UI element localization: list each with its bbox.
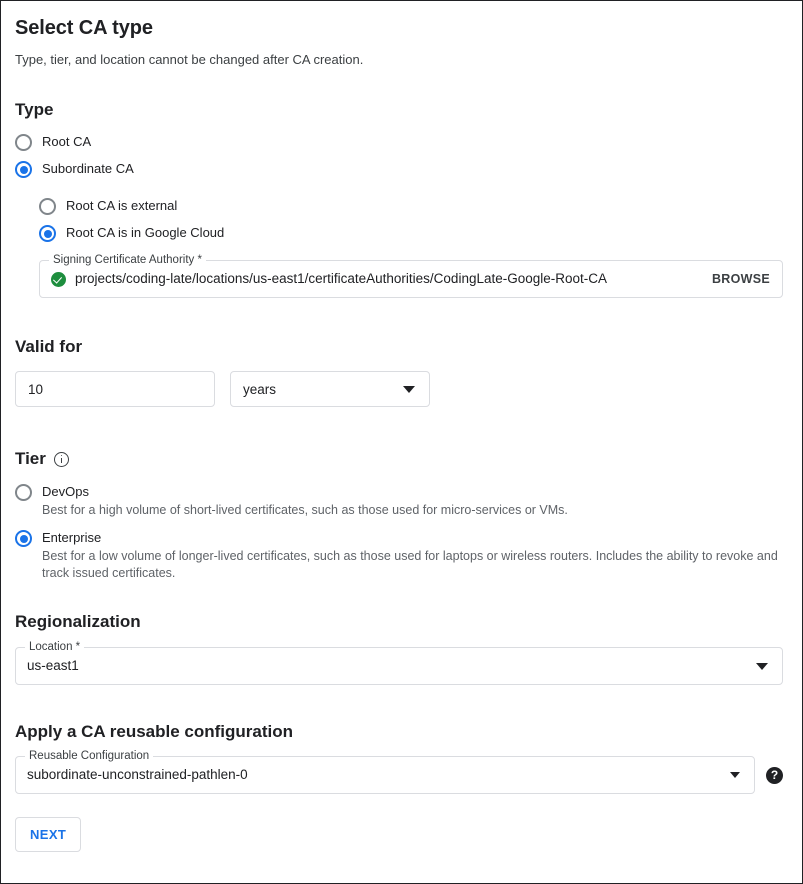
valid-for-unit-select[interactable]: years bbox=[230, 371, 430, 407]
radio-icon-subordinate-ca[interactable] bbox=[15, 161, 32, 178]
next-button[interactable]: NEXT bbox=[15, 817, 82, 852]
signing-ca-label: Signing Certificate Authority * bbox=[49, 254, 206, 267]
signing-certificate-authority-field[interactable]: Signing Certificate Authority * projects… bbox=[39, 254, 783, 298]
check-circle-icon bbox=[51, 271, 66, 287]
radio-icon-enterprise[interactable] bbox=[15, 530, 32, 547]
radio-label-root-external: Root CA is external bbox=[66, 198, 178, 213]
radio-description-devops: Best for a high volume of short-lived ce… bbox=[42, 503, 568, 517]
radio-icon-root-external[interactable] bbox=[39, 198, 56, 215]
reusable-configuration-label: Reusable Configuration bbox=[25, 750, 154, 763]
info-icon[interactable] bbox=[53, 451, 69, 467]
reusable-configuration-heading-label: Apply a CA reusable configuration bbox=[15, 722, 294, 741]
valid-for-heading: Valid for bbox=[15, 336, 788, 358]
type-section-heading: Type bbox=[15, 99, 788, 121]
tier-heading-label: Tier bbox=[15, 449, 46, 468]
radio-icon-devops[interactable] bbox=[15, 484, 32, 501]
radio-option-root-external[interactable]: Root CA is external bbox=[39, 197, 788, 215]
valid-for-heading-label: Valid for bbox=[15, 337, 83, 356]
page-title: Select CA type bbox=[15, 17, 153, 39]
page-subtitle: Type, tier, and location cannot be chang… bbox=[15, 52, 364, 67]
radio-option-root-ca[interactable]: Root CA bbox=[15, 133, 788, 151]
radio-label-root-ca: Root CA bbox=[42, 134, 92, 149]
location-select[interactable]: Location * us-east1 bbox=[15, 641, 783, 685]
valid-for-unit-value: years bbox=[243, 381, 277, 397]
regionalization-heading-label: Regionalization bbox=[15, 612, 141, 631]
radio-label-devops: DevOps bbox=[42, 484, 89, 499]
radio-icon-root-google-cloud[interactable] bbox=[39, 225, 56, 242]
location-value: us-east1 bbox=[27, 658, 79, 673]
type-heading-label: Type bbox=[15, 100, 54, 119]
radio-option-devops[interactable]: DevOps Best for a high volume of short-l… bbox=[15, 483, 788, 519]
radio-label-subordinate-ca: Subordinate CA bbox=[42, 161, 134, 176]
radio-option-root-google-cloud[interactable]: Root CA is in Google Cloud bbox=[39, 224, 788, 242]
signing-ca-value: projects/coding-late/locations/us-east1/… bbox=[75, 271, 608, 286]
chevron-down-icon-reusable-config[interactable] bbox=[730, 772, 740, 778]
regionalization-heading: Regionalization bbox=[15, 611, 788, 633]
help-icon[interactable]: ? bbox=[766, 766, 783, 784]
radio-description-enterprise: Best for a low volume of longer-lived ce… bbox=[42, 549, 778, 580]
chevron-down-icon[interactable] bbox=[403, 385, 415, 393]
radio-icon-root-ca[interactable] bbox=[15, 134, 32, 151]
browse-button[interactable]: BROWSE bbox=[712, 272, 770, 286]
radio-label-root-google-cloud: Root CA is in Google Cloud bbox=[66, 225, 225, 240]
radio-option-subordinate-ca[interactable]: Subordinate CA bbox=[15, 160, 788, 178]
radio-option-enterprise[interactable]: Enterprise Best for a low volume of long… bbox=[15, 529, 788, 582]
valid-for-amount-input[interactable]: 10 bbox=[15, 371, 215, 407]
reusable-configuration-heading: Apply a CA reusable configuration bbox=[15, 721, 788, 743]
chevron-down-icon-location[interactable] bbox=[756, 662, 768, 670]
valid-for-amount-value: 10 bbox=[28, 381, 44, 397]
reusable-configuration-select[interactable]: Reusable Configuration subordinate-uncon… bbox=[15, 750, 755, 794]
tier-heading: Tier bbox=[15, 448, 788, 470]
select-ca-type-page: Select CA type Type, tier, and location … bbox=[0, 0, 803, 884]
radio-label-enterprise: Enterprise bbox=[42, 530, 102, 545]
location-label: Location * bbox=[25, 641, 85, 654]
reusable-configuration-value: subordinate-unconstrained-pathlen-0 bbox=[27, 767, 248, 782]
